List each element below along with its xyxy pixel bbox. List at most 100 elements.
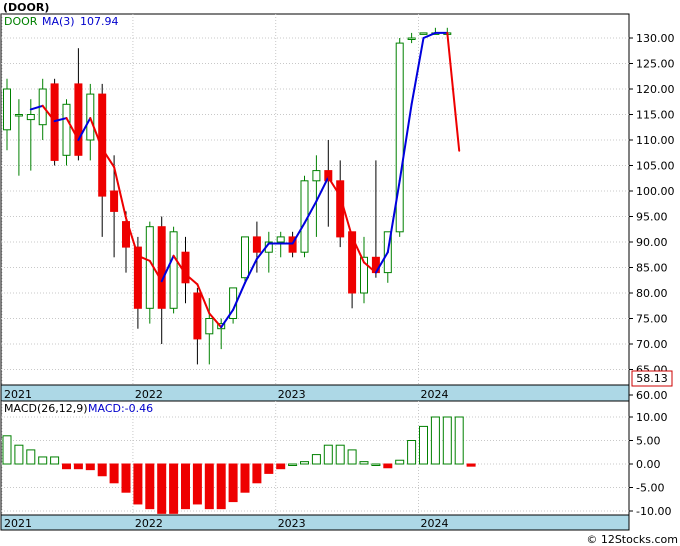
price-x-label: 2023 [278,388,306,401]
macd-bar [14,444,24,465]
macd-bar [430,416,440,465]
macd-bar [300,461,309,465]
macd-x-label: 2023 [278,517,306,530]
candle-body [312,170,321,182]
stock-chart: 130.00 125.00 120.00 115.00 110.00 105.00 100.… [0,0,680,546]
macd-bar [169,463,179,514]
price-tick-label: 60.00 [636,389,668,402]
candle-body [145,226,154,309]
watermark: © 12Stocks.com [586,533,678,546]
macd-bar [288,463,298,466]
candle-body [26,114,35,121]
macd-bar [371,463,381,466]
price-tick-label: 70.00 [636,338,668,351]
macd-bar [442,416,452,465]
macd-bar [26,449,36,465]
macd-bar [359,461,369,465]
price-x-label: 2022 [135,388,163,401]
macd-tick-label: 10.00 [636,411,668,424]
macd-bar [276,463,286,470]
macd-bar [133,463,143,505]
candle-body [419,32,428,35]
macd-tick-label: -10.00 [636,505,671,518]
macd-bar [109,463,119,484]
candle-body [205,318,214,335]
macd-bar [347,449,357,465]
macd-bar [73,463,83,470]
macd-bar [252,463,262,484]
macd-bar [335,444,345,465]
macd-bar [395,459,405,465]
candle-body [50,83,59,161]
candle-body [86,93,95,141]
ma-legend-value: 107.94 [80,15,119,28]
macd-bar [204,463,214,510]
macd-x-label: 2024 [421,517,449,530]
price-tick-label: 110.00 [636,134,675,147]
candle-body [193,292,202,340]
price-tick-label: 75.00 [636,313,668,326]
price-date-band [0,384,630,402]
candle-body [110,190,119,212]
ticker-legend: DOOR [4,15,38,28]
price-tick-label: 85.00 [636,262,668,275]
price-tick-label: 100.00 [636,185,675,198]
candle-body [169,231,178,309]
candle-body [62,103,71,156]
candle-body [252,236,261,253]
macd-bar [383,463,393,469]
macd-bar [419,425,428,465]
price-tick-label: 125.00 [636,58,675,71]
macd-bar [2,435,12,465]
price-tick-label: 115.00 [636,109,675,122]
price-tick-label: 80.00 [636,287,668,300]
macd-bar [181,463,190,510]
macd-bar [264,463,274,474]
price-tick-label: 130.00 [636,32,675,45]
candle-body [181,251,190,284]
macd-bar [466,463,476,467]
macd-x-label: 2021 [4,517,32,530]
candle-body [74,83,83,156]
candle-body [336,180,345,238]
candle-body [300,180,309,253]
chart-title: (DOOR) [3,1,49,14]
macd-x-label: 2022 [135,517,163,530]
price-panel-frame [0,13,630,402]
macd-bar [121,463,131,493]
price-tick-label: 105.00 [636,160,675,173]
macd-date-band [0,514,630,531]
price-x-label: 2021 [4,388,32,401]
candle-body [3,88,11,131]
macd-bar [228,463,238,503]
price-tick-label: 95.00 [636,211,668,224]
macd-bar [97,463,107,477]
macd-bar [311,454,321,465]
macd-bar [216,463,226,510]
candle-body [395,42,404,233]
macd-bar [38,456,48,465]
macd-tick-label: 5.00 [636,435,661,448]
macd-bar [407,440,417,465]
ma-legend-label: MA(3) [42,15,75,28]
macd-bar [240,463,250,493]
macd-tick-label: 0.00 [636,458,661,471]
price-tick-label: 120.00 [636,83,675,96]
last-price-label: 58.13 [636,372,668,385]
macd-bar [85,463,95,471]
candle-body [276,236,285,243]
candle-body [157,226,166,309]
candle-body [407,37,416,40]
candle-body [14,114,23,117]
macd-legend-label: MACD(26,12,9) [4,402,88,415]
macd-bar [454,416,464,465]
macd-bar [145,463,155,510]
candle-body [241,236,249,279]
macd-legend-value: MACD:-0.46 [88,402,153,415]
macd-bar [323,444,333,465]
macd-bar [157,463,167,514]
macd-panel-frame [0,400,630,531]
macd-bar [192,463,202,505]
price-x-label: 2024 [421,388,449,401]
macd-tick-label: -5.00 [636,482,664,495]
